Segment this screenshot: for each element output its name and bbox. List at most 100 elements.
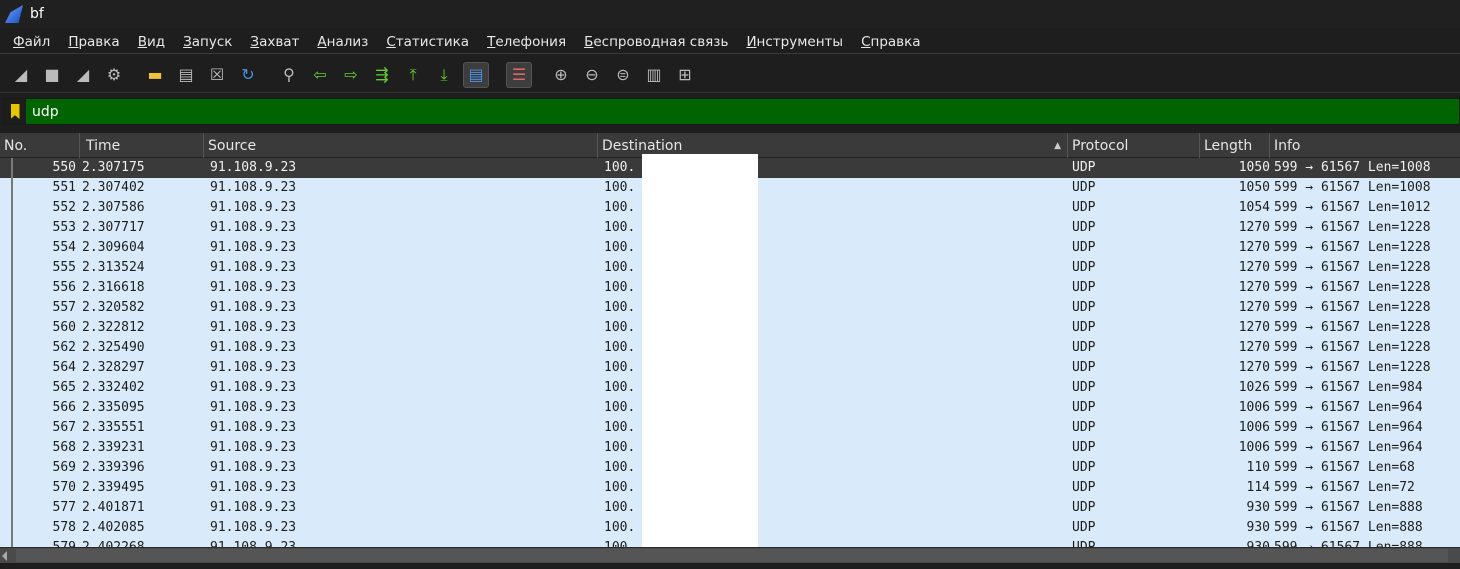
column-length[interactable]: Length	[1200, 133, 1270, 158]
menu-item-0[interactable]: Файл	[13, 34, 50, 50]
cell-src: 91.108.9.23	[210, 180, 297, 195]
cell-info: 599 → 61567 Len=888	[1274, 538, 1460, 547]
last-packet-icon[interactable]: ⤓	[432, 63, 456, 87]
cell-time: 2.402268	[80, 538, 204, 547]
menu-item-5[interactable]: Анализ	[317, 34, 368, 50]
display-filter-bar	[3, 98, 1460, 125]
menu-bar: Файл Правка Вид Запуск Захват Анализ Статистик…	[0, 30, 1460, 54]
menu-item-2[interactable]: Вид	[138, 34, 165, 50]
cell-proto: UDP	[1072, 360, 1096, 375]
cell-time: 2.320582	[82, 300, 145, 315]
layout-icon[interactable]: ⊞	[673, 63, 697, 87]
cell-info: 599 → 61567 Len=1228	[1274, 240, 1431, 255]
cell-info: 599 → 61567 Len=1228	[1274, 320, 1431, 335]
cell-len: 114	[1246, 480, 1270, 495]
cell-len: 1270	[1238, 340, 1270, 355]
cell-src: 91.108.9.23	[210, 360, 297, 375]
normal-size-icon[interactable]: ⊜	[611, 63, 635, 87]
cell-info: 599 → 61567 Len=1008	[1274, 180, 1431, 195]
cell-time: 2.339495	[82, 480, 145, 495]
cell-info: 599 → 61567 Len=72	[1274, 480, 1415, 495]
column-info[interactable]: Info	[1270, 133, 1460, 158]
scrollbar-thumb[interactable]	[16, 549, 1448, 562]
cell-src: 91.108.9.23	[210, 400, 297, 415]
menu-item-4[interactable]: Захват	[250, 34, 299, 50]
cell-info: 599 → 61567 Len=984	[1274, 380, 1423, 395]
cell-src: 91.108.9.23	[204, 538, 598, 547]
cell-len: 1270	[1238, 320, 1270, 335]
cell-len: 1006	[1238, 440, 1270, 455]
bookmark-icon[interactable]	[4, 99, 26, 124]
cell-len: 1050	[1238, 160, 1270, 175]
go-to-packet-icon[interactable]: ⇶	[370, 63, 394, 87]
menu-item-10[interactable]: Справка	[861, 34, 921, 50]
cell-time: 2.307717	[82, 220, 145, 235]
cell-src: 91.108.9.23	[210, 480, 297, 495]
cell-proto: UDP	[1072, 520, 1096, 535]
colorize-icon[interactable]: ☰	[506, 61, 532, 88]
menu-item-6[interactable]: Статистика	[386, 34, 469, 50]
zoom-out-icon[interactable]: ⊖	[580, 63, 604, 87]
close-file-icon[interactable]: ☒	[205, 63, 229, 87]
start-capture-icon[interactable]: ◢	[9, 63, 33, 87]
cell-src: 91.108.9.23	[210, 280, 297, 295]
zoom-in-icon[interactable]: ⊕	[549, 63, 573, 87]
cell-len: 1006	[1238, 420, 1270, 435]
cell-len: 1270	[1238, 220, 1270, 235]
open-file-icon[interactable]: ▬	[143, 63, 167, 87]
cell-info: 599 → 61567 Len=888	[1274, 520, 1423, 535]
cell-proto: UDP	[1072, 320, 1096, 335]
display-filter-input[interactable]	[32, 103, 1432, 120]
menu-item-1[interactable]: Правка	[68, 34, 119, 50]
cell-src: 91.108.9.23	[210, 260, 297, 275]
cell-proto: UDP	[1072, 400, 1096, 415]
first-packet-icon[interactable]: ⤒	[401, 63, 425, 87]
cell-info: 599 → 61567 Len=888	[1274, 500, 1423, 515]
resize-columns-icon[interactable]: ▥	[642, 63, 666, 87]
cell-len: 1026	[1238, 380, 1270, 395]
cell-proto: UDP	[1072, 260, 1096, 275]
redaction-box	[642, 154, 758, 548]
reload-file-icon[interactable]: ↻	[236, 63, 260, 87]
column-protocol[interactable]: Protocol	[1068, 133, 1200, 158]
cell-proto: UDP	[1072, 420, 1096, 435]
column-source[interactable]: Source	[204, 133, 598, 158]
status-bar	[0, 563, 1460, 569]
horizontal-scrollbar[interactable]	[0, 547, 1460, 563]
cell-proto: UDP	[1072, 240, 1096, 255]
conversation-tree-line	[11, 158, 13, 547]
stop-capture-icon[interactable]: ■	[40, 63, 64, 87]
column-no[interactable]: No.	[0, 133, 80, 158]
cell-time: 2.309604	[82, 240, 145, 255]
cell-src: 91.108.9.23	[210, 160, 297, 175]
cell-info: 599 → 61567 Len=1228	[1274, 340, 1431, 355]
main-toolbar: ◢ ■ ◢ ⚙ ▬ ▤ ☒ ↻ ⚲ ⇦ ⇨ ⇶ ⤒ ⤓ ▤ ☰ ⊕ ⊖ ⊜ ▥ …	[0, 57, 1460, 93]
title-bar: bf	[0, 0, 1460, 28]
cell-proto: UDP	[1072, 220, 1096, 235]
menu-item-7[interactable]: Телефония	[487, 34, 566, 50]
autoscroll-icon[interactable]: ▤	[463, 61, 489, 88]
menu-item-8[interactable]: Беспроводная связь	[584, 34, 728, 50]
cell-len: 930	[1246, 520, 1270, 535]
menu-item-9[interactable]: Инструменты	[746, 34, 843, 50]
cell-time: 2.401871	[82, 500, 145, 515]
cell-src: 91.108.9.23	[210, 240, 297, 255]
menu-item-3[interactable]: Запуск	[183, 34, 232, 50]
go-forward-icon[interactable]: ⇨	[339, 63, 363, 87]
restart-capture-icon[interactable]: ◢	[71, 63, 95, 87]
cell-src: 91.108.9.23	[210, 460, 297, 475]
find-packet-icon[interactable]: ⚲	[277, 63, 301, 87]
scroll-left-icon[interactable]	[2, 551, 7, 561]
cell-src: 91.108.9.23	[210, 500, 297, 515]
save-file-icon[interactable]: ▤	[174, 63, 198, 87]
cell-info: 599 → 61567 Len=1012	[1274, 200, 1431, 215]
cell-time: 2.322812	[82, 320, 145, 335]
cell-info: 599 → 61567 Len=1228	[1274, 280, 1431, 295]
cell-time: 2.325490	[82, 340, 145, 355]
cell-proto: UDP	[1072, 300, 1096, 315]
capture-options-icon[interactable]: ⚙	[102, 63, 126, 87]
go-back-icon[interactable]: ⇦	[308, 63, 332, 87]
column-time[interactable]: Time	[80, 133, 204, 158]
cell-time: 2.402085	[82, 520, 145, 535]
cell-time: 2.332402	[82, 380, 145, 395]
